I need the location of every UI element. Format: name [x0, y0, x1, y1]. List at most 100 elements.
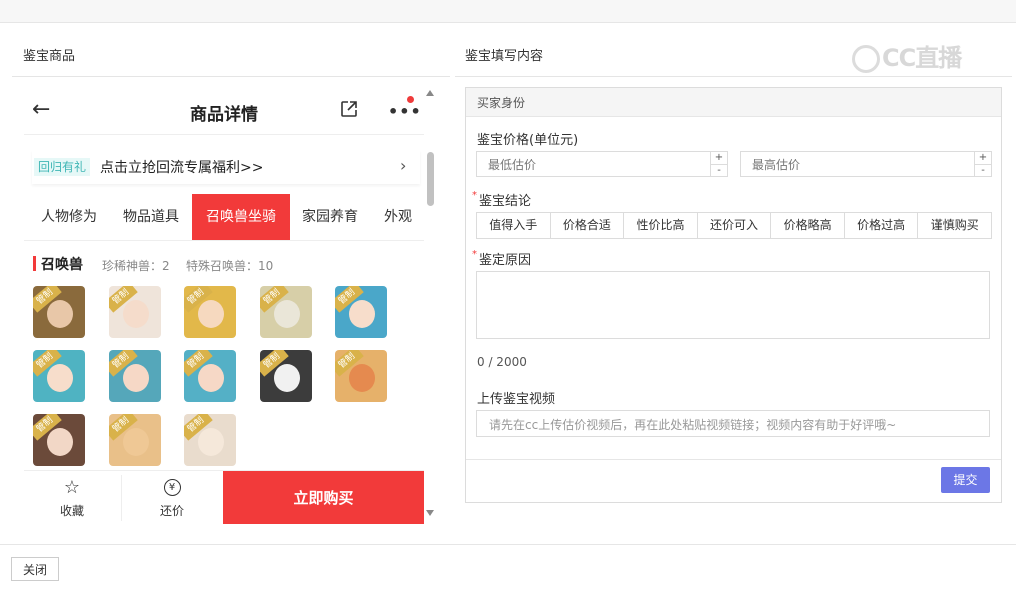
pet-portrait	[122, 428, 149, 456]
star-icon: ☆	[63, 477, 81, 498]
notification-dot	[407, 96, 414, 103]
pet-portrait	[349, 300, 375, 328]
video-link-placeholder: 请先在cc上传估价视频后，再在此处粘贴视频链接；视频内容有助于好评哦~	[489, 418, 897, 432]
phone-header: ← 商品详情 •••	[24, 88, 424, 135]
pet-portrait	[47, 428, 73, 456]
pet-avatar[interactable]: 管制	[33, 414, 85, 466]
min-price-increment[interactable]: +	[711, 152, 727, 164]
video-label: 上传鉴宝视频	[477, 392, 556, 407]
pet-portrait	[198, 300, 224, 328]
scrollbar-thumb[interactable]	[427, 152, 434, 206]
pet-avatar[interactable]: 管制	[335, 350, 387, 402]
reason-label: * 鉴定原因	[472, 249, 531, 268]
scroll-up-arrow[interactable]	[426, 90, 434, 96]
bottom-divider	[0, 544, 1016, 545]
conclusion-option-fair-price[interactable]: 价格合适	[551, 213, 625, 238]
pet-portrait	[122, 300, 149, 328]
pet-portrait	[273, 364, 300, 392]
pet-avatar[interactable]: 管制	[33, 350, 85, 402]
pet-portrait	[198, 428, 224, 456]
promo-tag: 回归有礼	[34, 158, 91, 176]
more-dots-icon[interactable]: •••	[388, 102, 422, 121]
video-link-input[interactable]: 请先在cc上传估价视频后，再在此处粘贴视频链接；视频内容有助于好评哦~	[476, 410, 990, 437]
pet-portrait	[198, 364, 224, 392]
conclusion-option-cautious[interactable]: 谨慎购买	[918, 213, 991, 238]
pet-avatar[interactable]: 管制	[184, 414, 236, 466]
min-price-input[interactable]: 最低估价 + -	[476, 151, 728, 177]
max-price-decrement[interactable]: -	[975, 164, 991, 177]
phone-footer: ☆ 收藏 ¥ 还价 立即购买	[24, 470, 424, 524]
pet-avatar[interactable]: 管制	[108, 286, 161, 338]
max-price-input[interactable]: 最高估价 + -	[740, 151, 992, 177]
left-panel-title: 鉴宝商品	[23, 49, 76, 64]
price-label: 鉴宝价格(单位元)	[477, 133, 579, 148]
scroll-down-arrow[interactable]	[426, 510, 434, 516]
conclusion-options: 值得入手 价格合适 性价比高 还价可入 价格略高 价格过高 谨慎购买	[476, 212, 992, 239]
max-price-increment[interactable]: +	[975, 152, 991, 164]
tab-appearance[interactable]: 外观	[374, 194, 422, 240]
top-bar	[0, 0, 1016, 23]
tab-home[interactable]: 家园养育	[294, 194, 366, 240]
pet-portrait	[47, 364, 73, 392]
character-counter: 0 / 2000	[477, 355, 527, 369]
pet-portrait	[273, 300, 300, 328]
category-tabs: 人物修为 物品道具 召唤兽坐骑 家园养育 外观	[24, 194, 424, 241]
pet-avatar[interactable]: 管制	[184, 350, 236, 402]
watermark-logo: CC直播	[852, 38, 982, 73]
pet-portrait	[349, 364, 375, 392]
right-header-divider	[455, 76, 1012, 77]
pet-avatar[interactable]: 管制	[259, 286, 312, 338]
share-icon[interactable]	[340, 100, 358, 118]
appraisal-form: 买家身份 鉴宝价格(单位元) 最低估价 + - 最高估价 + - * 鉴宝结论 值…	[465, 87, 1002, 503]
promo-text: 点击立抢回流专属福利>>	[100, 160, 264, 176]
required-mark: *	[472, 249, 477, 260]
right-panel-title: 鉴宝填写内容	[465, 49, 544, 64]
conclusion-option-bargain-ok[interactable]: 还价可入	[698, 213, 772, 238]
chevron-right-icon: ›	[400, 156, 407, 175]
pet-avatar[interactable]: 管制	[259, 350, 312, 402]
yen-glyph: ¥	[163, 479, 181, 496]
conclusion-option-too-high[interactable]: 价格过高	[845, 213, 919, 238]
watermark-text: CC直播	[882, 44, 962, 72]
min-price-decrement[interactable]: -	[711, 164, 727, 177]
pet-portrait	[122, 364, 149, 392]
conclusion-option-worth-buying[interactable]: 值得入手	[477, 213, 551, 238]
section-accent-bar	[33, 256, 36, 271]
footer-divider	[121, 475, 122, 521]
pet-avatar[interactable]: 管制	[33, 286, 85, 338]
conclusion-option-slightly-high[interactable]: 价格略高	[771, 213, 845, 238]
bargain-button[interactable]: ¥ 还价	[124, 471, 220, 524]
pet-avatar[interactable]: 管制	[335, 286, 387, 338]
product-detail-title: 商品详情	[190, 105, 258, 125]
favorite-button[interactable]: ☆ 收藏	[24, 471, 120, 524]
submit-button[interactable]: 提交	[941, 467, 990, 493]
product-detail-panel: ← 商品详情 ••• 回归有礼 点击立抢回流专属福利>> › 人物修为 物品道具…	[24, 88, 424, 524]
form-header: 买家身份	[466, 88, 1001, 117]
watermark-ring-icon	[852, 45, 880, 73]
conclusion-label: * 鉴宝结论	[472, 190, 531, 209]
tab-items[interactable]: 物品道具	[112, 194, 190, 240]
tab-character[interactable]: 人物修为	[30, 194, 108, 240]
close-button[interactable]: 关闭	[11, 557, 59, 581]
conclusion-option-good-value[interactable]: 性价比高	[624, 213, 698, 238]
favorite-label: 收藏	[59, 504, 84, 518]
tab-pets-mounts[interactable]: 召唤兽坐骑	[192, 194, 290, 240]
buy-now-button[interactable]: 立即购买	[223, 471, 424, 524]
pet-avatar[interactable]: 管制	[184, 286, 236, 338]
promo-banner[interactable]: 回归有礼 点击立抢回流专属福利>> ›	[32, 150, 420, 184]
pet-avatar[interactable]: 管制	[108, 350, 161, 402]
max-price-placeholder: 最高估价	[752, 158, 801, 172]
left-header-divider	[12, 76, 450, 77]
reason-label-text: 鉴定原因	[479, 253, 532, 268]
reason-textarea[interactable]	[476, 271, 990, 339]
conclusion-label-text: 鉴宝结论	[479, 194, 532, 209]
form-footer-divider	[466, 459, 1001, 460]
min-price-stepper: + -	[710, 152, 727, 176]
max-price-stepper: + -	[974, 152, 991, 176]
pet-avatar[interactable]: 管制	[108, 414, 161, 466]
buyer-identity-label: 买家身份	[477, 96, 526, 110]
required-mark: *	[472, 190, 477, 201]
pets-section-title: 召唤兽	[41, 257, 83, 273]
special-pets-count: 特殊召唤兽：10	[186, 259, 274, 273]
pet-portrait	[47, 300, 73, 328]
